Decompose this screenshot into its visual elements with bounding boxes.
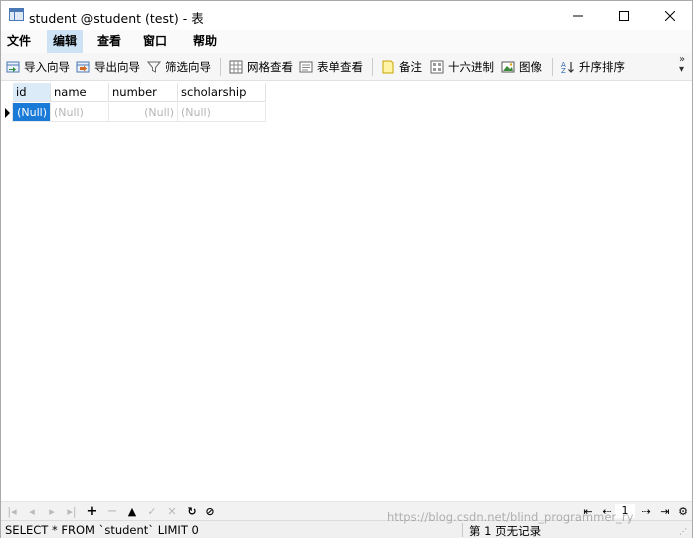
svg-text:Z: Z	[561, 67, 566, 74]
memo-button[interactable]: 备注	[381, 57, 422, 77]
grid-icon	[229, 60, 243, 74]
menu-edit[interactable]: 编辑	[47, 30, 84, 53]
resize-grip-icon[interactable]: ⋰	[679, 527, 687, 536]
menu-bar: 文件 编辑 查看 窗口 帮助	[1, 30, 692, 53]
sort-ascending-label: 升序排序	[579, 60, 625, 74]
toolbar-divider	[552, 58, 553, 76]
image-label: 图像	[519, 60, 542, 74]
memo-label: 备注	[399, 60, 422, 74]
app-window: student @student (test) - 表 文件 编辑 查看 窗口 …	[0, 0, 693, 538]
minimize-icon	[573, 15, 583, 16]
refresh-icon[interactable]: ↻	[185, 504, 199, 518]
filter-wizard-button[interactable]: 筛选向导	[147, 57, 211, 77]
import-wizard-label: 导入向导	[24, 60, 70, 74]
previous-record-icon[interactable]: ◂	[25, 504, 39, 518]
filter-wizard-label: 筛选向导	[165, 60, 211, 74]
cell-scholarship[interactable]: (Null)	[178, 103, 266, 122]
memo-icon	[382, 60, 394, 74]
toolbar-divider	[372, 58, 373, 76]
column-header-id[interactable]: id	[13, 83, 51, 102]
window-title: student @student (test) - 表	[29, 11, 204, 26]
form-view-label: 表单查看	[317, 60, 363, 74]
minimize-button[interactable]	[555, 1, 601, 30]
maximize-icon	[619, 10, 629, 21]
record-navigation-bar: |◂ ◂ ▸ ▸| + − ▲ ✓ ✕ ↻ ⊘ ⇤ ⇠ 1 ⇢ ⇥ ⚙	[1, 501, 692, 520]
add-record-icon[interactable]: +	[85, 504, 99, 519]
previous-page-icon[interactable]: ⇠	[600, 504, 614, 518]
overflow-dropdown-icon: ▾	[679, 64, 685, 75]
last-record-icon[interactable]: ▸|	[65, 504, 79, 518]
export-wizard-button[interactable]: 导出向导	[76, 57, 140, 77]
sql-query-text: SELECT * FROM `student` LIMIT 0	[5, 523, 199, 537]
page-number-field[interactable]: 1	[615, 504, 635, 518]
close-button[interactable]	[647, 1, 693, 30]
settings-icon[interactable]: ⚙	[676, 504, 690, 518]
close-icon	[665, 10, 675, 21]
column-header-scholarship[interactable]: scholarship	[178, 83, 266, 102]
apply-changes-icon[interactable]: ▲	[125, 504, 139, 518]
grid-view-label: 网格查看	[247, 60, 293, 74]
column-header-name[interactable]: name	[51, 83, 109, 102]
hex-button[interactable]: 十六进制	[430, 57, 494, 77]
current-row-indicator[interactable]	[2, 103, 13, 122]
image-button[interactable]: 图像	[501, 57, 542, 77]
image-icon	[501, 61, 515, 73]
cell-number[interactable]: (Null)	[109, 103, 178, 122]
discard-icon[interactable]: ✕	[165, 504, 179, 518]
menu-window[interactable]: 窗口	[137, 30, 173, 53]
stop-icon[interactable]: ⊘	[203, 504, 217, 518]
table-icon	[9, 8, 24, 21]
toolbar: 导入向导 导出向导 筛选向导 网格查看 表单查看 备注 十六进制 图像 A Z …	[1, 53, 692, 81]
cell-name[interactable]: (Null)	[51, 103, 109, 122]
filter-icon	[147, 61, 161, 73]
status-bar: SELECT * FROM `student` LIMIT 0 第 1 页无记录…	[1, 520, 692, 538]
import-icon	[6, 61, 20, 73]
record-status-text: 第 1 页无记录	[469, 524, 542, 538]
toolbar-divider	[220, 58, 221, 76]
form-icon	[299, 61, 313, 73]
next-page-icon[interactable]: ⇢	[639, 504, 653, 518]
sort-ascending-button[interactable]: A Z 升序排序	[561, 57, 625, 77]
first-record-icon[interactable]: |◂	[5, 504, 19, 518]
export-wizard-label: 导出向导	[94, 60, 140, 74]
first-page-icon[interactable]: ⇤	[581, 504, 595, 518]
form-view-button[interactable]: 表单查看	[299, 57, 363, 77]
status-divider	[462, 523, 463, 537]
export-icon	[76, 61, 90, 73]
delete-record-icon[interactable]: −	[105, 504, 119, 519]
cell-id[interactable]: (Null)	[13, 103, 51, 122]
next-record-icon[interactable]: ▸	[45, 504, 59, 518]
hex-label: 十六进制	[448, 60, 494, 74]
sort-ascending-icon: A Z	[561, 61, 574, 74]
maximize-button[interactable]	[601, 1, 647, 30]
last-page-icon[interactable]: ⇥	[658, 504, 672, 518]
grid-view-button[interactable]: 网格查看	[229, 57, 293, 77]
import-wizard-button[interactable]: 导入向导	[6, 57, 70, 77]
confirm-icon[interactable]: ✓	[145, 504, 159, 518]
menu-file[interactable]: 文件	[1, 30, 37, 53]
title-bar: student @student (test) - 表	[1, 1, 692, 30]
menu-view[interactable]: 查看	[91, 30, 127, 53]
column-header-number[interactable]: number	[109, 83, 178, 102]
menu-help[interactable]: 帮助	[187, 30, 223, 53]
hex-icon	[430, 60, 444, 74]
toolbar-overflow-button[interactable]: » ▾	[679, 55, 685, 75]
